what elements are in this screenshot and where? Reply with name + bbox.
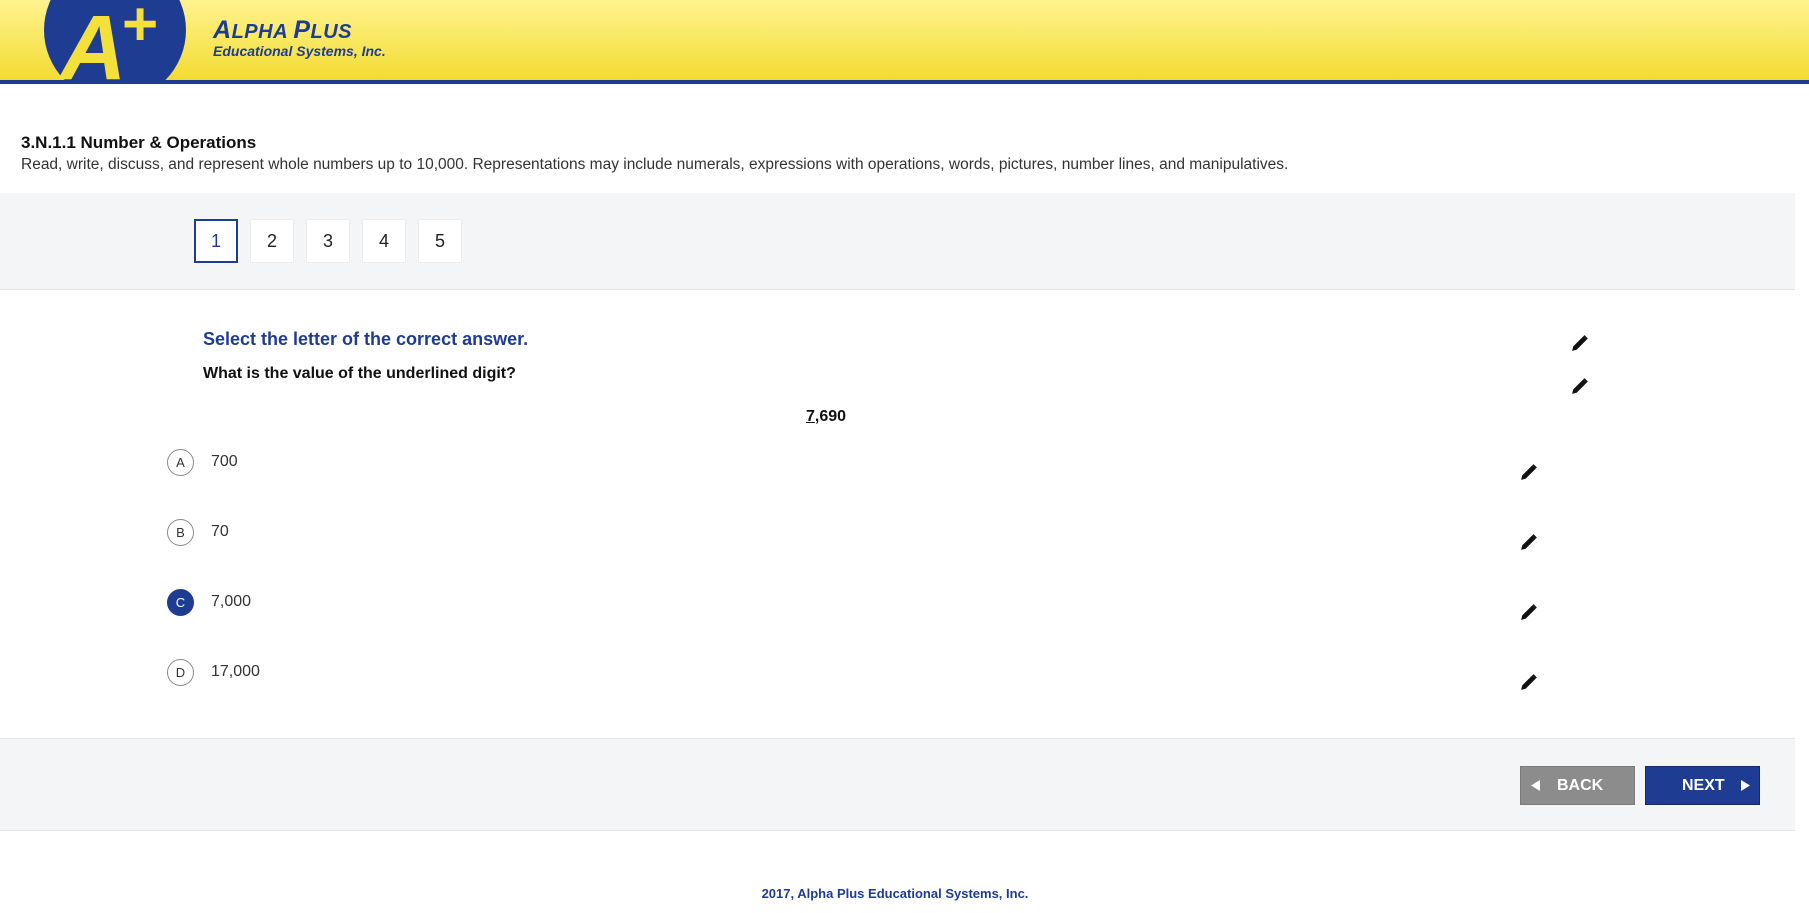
triangle-left-icon bbox=[1531, 780, 1540, 791]
back-button-label: BACK bbox=[1557, 777, 1604, 794]
question-nav-item-3[interactable]: 3 bbox=[306, 219, 350, 263]
bottom-nav: BACK NEXT bbox=[0, 738, 1795, 831]
question-nav: 1 2 3 4 5 bbox=[0, 193, 1795, 290]
answer-choice-d[interactable]: D 17,000 bbox=[167, 659, 1467, 689]
pencil-icon[interactable] bbox=[1520, 463, 1538, 481]
svg-text:A: A bbox=[58, 0, 126, 80]
choice-text-b: 70 bbox=[211, 523, 229, 540]
footer-copyright: 2017, Alpha Plus Educational Systems, In… bbox=[761, 886, 1029, 901]
question-nav-item-4[interactable]: 4 bbox=[362, 219, 406, 263]
standard-description: Read, write, discuss, and represent whol… bbox=[21, 156, 1289, 173]
alpha-plus-logo: A + bbox=[44, 0, 186, 80]
choice-text-d: 17,000 bbox=[211, 663, 260, 680]
pencil-icon[interactable] bbox=[1571, 334, 1589, 352]
choice-letter-b[interactable]: B bbox=[167, 519, 194, 546]
question-instruction: Select the letter of the correct answer. bbox=[203, 329, 529, 349]
pencil-icon[interactable] bbox=[1520, 673, 1538, 691]
site-header: A + ALPHA PLUS Educational Systems, Inc. bbox=[0, 0, 1809, 80]
answer-choice-b[interactable]: B 70 bbox=[167, 519, 1467, 549]
choice-letter-a[interactable]: A bbox=[167, 449, 194, 476]
answer-choice-a[interactable]: A 700 bbox=[167, 449, 1467, 479]
header-divider bbox=[0, 80, 1809, 84]
pencil-icon[interactable] bbox=[1520, 533, 1538, 551]
svg-text:+: + bbox=[122, 0, 158, 59]
underlined-digit: 7 bbox=[806, 408, 815, 425]
brand-name: ALPHA PLUS bbox=[213, 16, 353, 44]
next-button-label: NEXT bbox=[1682, 777, 1725, 794]
question-prompt: What is the value of the underlined digi… bbox=[203, 365, 516, 382]
back-button[interactable]: BACK bbox=[1520, 766, 1635, 805]
standard-title: 3.N.1.1 Number & Operations bbox=[21, 133, 257, 152]
choice-text-a: 700 bbox=[211, 453, 238, 470]
question-number: 7,690 bbox=[806, 408, 846, 426]
choice-letter-d[interactable]: D bbox=[167, 659, 194, 686]
question-nav-item-5[interactable]: 5 bbox=[418, 219, 462, 263]
brand-subtitle: Educational Systems, Inc. bbox=[213, 43, 386, 59]
pencil-icon[interactable] bbox=[1520, 603, 1538, 621]
pencil-icon[interactable] bbox=[1571, 377, 1589, 395]
triangle-right-icon bbox=[1741, 780, 1750, 791]
choice-text-c: 7,000 bbox=[211, 593, 252, 610]
question-nav-item-1[interactable]: 1 bbox=[194, 219, 238, 263]
next-button[interactable]: NEXT bbox=[1645, 766, 1760, 805]
choice-letter-c[interactable]: C bbox=[167, 589, 194, 616]
answer-choice-c[interactable]: C 7,000 bbox=[167, 589, 1467, 619]
number-rest: ,690 bbox=[814, 408, 847, 425]
question-nav-item-2[interactable]: 2 bbox=[250, 219, 294, 263]
